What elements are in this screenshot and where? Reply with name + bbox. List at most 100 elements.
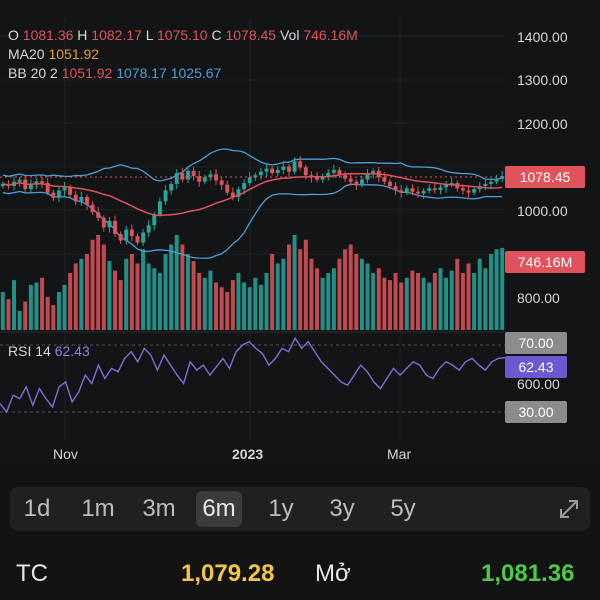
bb-upper-value: 1078.17 bbox=[116, 65, 167, 81]
volume-bar bbox=[270, 254, 275, 330]
volume-bar bbox=[152, 268, 157, 330]
candle-body bbox=[247, 177, 252, 184]
volume-bar bbox=[113, 270, 118, 330]
volume-bar bbox=[197, 273, 202, 330]
volume-bar bbox=[421, 277, 426, 330]
volume-bar bbox=[337, 258, 342, 330]
volume-bar bbox=[191, 261, 196, 330]
candle-body bbox=[73, 194, 78, 202]
rsi-legend: RSI 14 62.43 bbox=[8, 343, 90, 359]
volume-bar bbox=[90, 239, 95, 330]
candle-body bbox=[298, 161, 303, 168]
candle-body bbox=[427, 188, 432, 191]
volume-value: 746.16M bbox=[303, 27, 358, 43]
volume-bar bbox=[40, 277, 45, 330]
candle-body bbox=[303, 167, 308, 176]
rsi-label: RSI 14 bbox=[8, 343, 51, 359]
range-3m-button[interactable]: 3m bbox=[136, 491, 182, 527]
tc-label: TC bbox=[16, 560, 48, 587]
volume-bar bbox=[365, 263, 370, 330]
volume-bar bbox=[242, 282, 247, 330]
candle-body bbox=[421, 190, 426, 194]
volume-bar bbox=[51, 305, 56, 330]
volume-bar bbox=[185, 254, 190, 330]
volume-bar bbox=[354, 254, 359, 330]
close-label: C bbox=[211, 27, 222, 43]
ma-legend: MA20 1051.92 bbox=[8, 46, 99, 62]
volume-bar bbox=[118, 280, 123, 330]
volume-bar bbox=[180, 244, 185, 330]
volume-bar bbox=[28, 284, 33, 330]
candle-body bbox=[466, 190, 471, 193]
candle-body bbox=[348, 178, 353, 182]
candle-body bbox=[258, 171, 263, 176]
candle-body bbox=[460, 188, 465, 191]
range-1m-button[interactable]: 1m bbox=[75, 491, 121, 527]
candle-body bbox=[264, 168, 269, 172]
candle-body bbox=[174, 173, 179, 184]
candle-body bbox=[146, 225, 151, 233]
candle-body bbox=[202, 177, 207, 182]
low-value: 1075.10 bbox=[156, 27, 208, 43]
bb-legend: BB 20 2 1051.92 1078.17 1025.67 bbox=[8, 65, 221, 81]
ma20-line bbox=[2, 172, 503, 217]
ma-label: MA20 bbox=[8, 46, 45, 62]
candle-body bbox=[270, 168, 275, 174]
candle-body bbox=[275, 169, 280, 174]
range-3y-button[interactable]: 3y bbox=[319, 491, 365, 527]
volume-bar bbox=[101, 244, 106, 330]
candle-body bbox=[169, 183, 174, 191]
volume-bar bbox=[62, 284, 67, 330]
volume-bar bbox=[73, 263, 78, 330]
tc-value: 1,079.28 bbox=[181, 560, 275, 587]
candle-body bbox=[118, 233, 123, 241]
range-selector: 1d 1m 3m 6m 1y 3y 5y bbox=[10, 487, 590, 531]
candle-body bbox=[489, 181, 493, 184]
rsi-lower-tag: 30.00 bbox=[505, 401, 567, 423]
volume-bar bbox=[45, 296, 50, 330]
volume-bar bbox=[494, 249, 499, 330]
volume-bar bbox=[410, 270, 415, 330]
candle-body bbox=[410, 188, 415, 192]
candle-body bbox=[152, 214, 157, 226]
x-tick: Mar bbox=[387, 446, 412, 462]
volume-bar bbox=[432, 273, 437, 330]
volume-bar bbox=[488, 254, 493, 330]
volume-bar bbox=[174, 235, 179, 330]
high-label: H bbox=[77, 27, 88, 43]
candle-body bbox=[68, 187, 73, 195]
candles bbox=[0, 156, 505, 247]
candle-body bbox=[242, 183, 247, 190]
volume-bar bbox=[56, 292, 61, 330]
range-5y-button[interactable]: 5y bbox=[380, 491, 426, 527]
candle-body bbox=[157, 201, 162, 215]
bb-mid-value: 1051.92 bbox=[61, 65, 113, 81]
range-6m-button[interactable]: 6m bbox=[196, 491, 242, 527]
ma-value: 1051.92 bbox=[48, 46, 100, 62]
ohlc-legend: O 1081.36 H 1082.17 L 1075.10 C 1078.45 … bbox=[8, 27, 358, 43]
candle-body bbox=[51, 192, 56, 198]
candle-body bbox=[281, 166, 286, 170]
volume-bar bbox=[124, 258, 129, 330]
volume-bar bbox=[382, 277, 387, 330]
bb-upper-line bbox=[2, 148, 503, 182]
volume-bar bbox=[483, 268, 488, 330]
range-1d-button[interactable]: 1d bbox=[14, 491, 60, 527]
y-tick: 1000.00 bbox=[517, 203, 568, 219]
current-volume-tag: 746.16M bbox=[505, 251, 585, 273]
candle-body bbox=[85, 196, 89, 205]
chart-area[interactable]: O 1081.36 H 1082.17 L 1075.10 C 1078.45 … bbox=[0, 0, 600, 470]
candle-body bbox=[90, 204, 95, 213]
volume-bar bbox=[444, 277, 449, 330]
expand-icon[interactable] bbox=[556, 496, 582, 522]
candle-body bbox=[438, 187, 443, 190]
volume-bar bbox=[460, 273, 465, 330]
candle-body bbox=[17, 179, 22, 182]
high-value: 1082.17 bbox=[91, 27, 142, 43]
volume-bar bbox=[247, 287, 252, 330]
volume-bar bbox=[258, 284, 263, 330]
candle-body bbox=[79, 196, 84, 202]
volume-bar bbox=[466, 263, 471, 330]
range-1y-button[interactable]: 1y bbox=[258, 491, 304, 527]
candle-body bbox=[331, 169, 336, 174]
